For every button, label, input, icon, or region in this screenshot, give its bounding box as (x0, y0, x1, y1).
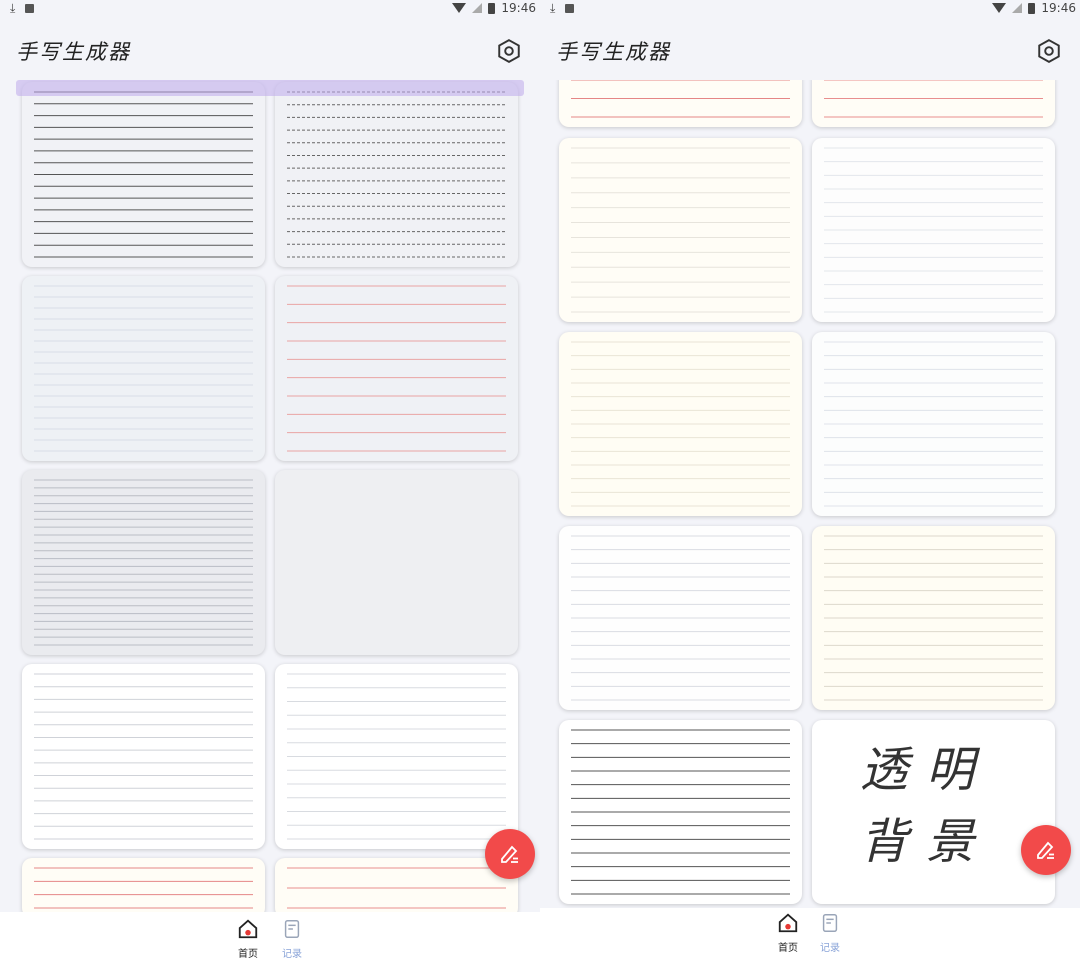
paper-2-card[interactable] (275, 82, 518, 267)
paper-10-lines (824, 80, 1043, 118)
wifi-icon (992, 3, 1007, 13)
nav-records[interactable]: 记录 (810, 912, 850, 954)
paper-9-lines (571, 80, 790, 118)
paper-6-lines (275, 470, 518, 655)
nav-home[interactable]: 首页 (228, 918, 268, 960)
document-icon (284, 920, 300, 938)
paper-10-card[interactable] (275, 858, 518, 912)
paper-7-lines (34, 673, 253, 840)
nav-records-label: 记录 (282, 949, 302, 960)
nav-home[interactable]: 首页 (768, 912, 808, 954)
paper-14-lines (824, 341, 1043, 507)
paper-13-card[interactable] (559, 332, 802, 516)
download-icon: ⤓ (10, 1, 16, 15)
paper-3-card[interactable] (22, 276, 265, 461)
paper-17-card[interactable] (559, 720, 802, 904)
pencil-icon (1037, 841, 1054, 859)
notification-icon (25, 4, 35, 13)
app-header: 手写生成器 (0, 30, 540, 74)
scroll-overlay (16, 80, 524, 96)
home-icon (778, 913, 798, 933)
document-icon (822, 914, 838, 932)
app-title: 手写生成器 (556, 40, 671, 64)
paper-9-card[interactable] (559, 80, 802, 127)
paper-transparent-card[interactable]: 透明 背景 (812, 720, 1055, 904)
notification-icon (565, 4, 575, 13)
settings-icon[interactable] (496, 38, 522, 64)
battery-icon (1028, 2, 1036, 14)
signal-icon (1012, 3, 1023, 13)
home-icon (238, 919, 258, 939)
paper-17-lines (571, 729, 790, 895)
right-screen: ⤓ 19:46 手写生成器 透明背景 首页 记录 (540, 0, 1080, 964)
download-icon: ⤓ (550, 1, 556, 15)
paper-4-card[interactable] (275, 276, 518, 461)
write-fab-button[interactable] (1021, 825, 1071, 875)
paper-11-card[interactable] (559, 138, 802, 322)
paper-8-card[interactable] (275, 664, 518, 849)
paper-11-lines (571, 147, 790, 313)
app-header: 手写生成器 (540, 30, 1080, 74)
settings-icon[interactable] (1036, 38, 1062, 64)
paper-6-card[interactable] (275, 470, 518, 655)
paper-5-lines (34, 479, 253, 646)
paper-2-lines (287, 91, 506, 258)
battery-icon (488, 2, 496, 14)
paper-4-lines (287, 285, 506, 452)
nav-home-label: 首页 (778, 943, 798, 954)
paper-15-lines (571, 535, 790, 701)
transparent-label-2: 背景 (860, 814, 993, 870)
wifi-icon (452, 3, 467, 13)
paper-1-card[interactable] (22, 82, 265, 267)
status-time: 19:46 (1041, 1, 1076, 15)
paper-5-card[interactable] (22, 470, 265, 655)
paper-9-card[interactable] (22, 858, 265, 912)
paper-10-lines (287, 867, 506, 909)
status-bar: ⤓ 19:46 (540, 0, 1080, 18)
paper-grid: 透明 背景 (540, 80, 1080, 908)
paper-12-card[interactable] (812, 138, 1055, 322)
paper-10-card[interactable] (812, 80, 1055, 127)
paper-14-card[interactable] (812, 332, 1055, 516)
paper-1-lines (34, 91, 253, 258)
left-screen: ⤓ 19:46 手写生成器 首页 记录 (0, 0, 540, 964)
app-title: 手写生成器 (16, 40, 131, 64)
paper-13-lines (571, 341, 790, 507)
paper-15-card[interactable] (559, 526, 802, 710)
paper-8-lines (287, 673, 506, 840)
bottom-nav: 首页 记录 (0, 912, 540, 964)
bottom-nav: 首页 记录 (540, 908, 1080, 964)
paper-16-card[interactable] (812, 526, 1055, 710)
nav-home-label: 首页 (238, 949, 258, 960)
write-fab-button[interactable] (485, 829, 535, 879)
status-bar: ⤓ 19:46 (0, 0, 540, 18)
paper-12-lines (824, 147, 1043, 313)
paper-grid (0, 80, 540, 912)
status-time: 19:46 (501, 1, 536, 15)
paper-7-card[interactable] (22, 664, 265, 849)
pencil-icon (501, 845, 518, 863)
nav-records[interactable]: 记录 (272, 918, 312, 960)
transparent-label-1: 透明 (860, 742, 993, 798)
paper-3-lines (34, 285, 253, 452)
signal-icon (472, 3, 483, 13)
paper-9-lines (34, 867, 253, 909)
paper-16-lines (824, 535, 1043, 701)
nav-records-label: 记录 (820, 943, 840, 954)
